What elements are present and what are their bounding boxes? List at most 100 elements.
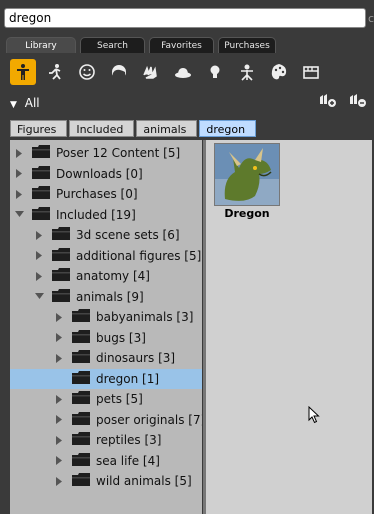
- tab-library[interactable]: Library: [6, 37, 76, 53]
- mouse-cursor-icon: [308, 405, 320, 427]
- expand-arrow-icon[interactable]: [34, 271, 44, 281]
- folder-icon: [32, 206, 50, 223]
- tree-item[interactable]: dinosaurs [3]: [10, 348, 202, 368]
- tree-item-label: 3d scene sets [6]: [76, 228, 180, 242]
- expand-arrow-icon[interactable]: [34, 230, 44, 240]
- tree-item[interactable]: pets [5]: [10, 389, 202, 409]
- tree-item-label: animals [9]: [76, 289, 144, 304]
- folder-icon: [72, 329, 90, 346]
- folder-icon: [72, 370, 90, 387]
- expand-arrow-icon[interactable]: [54, 312, 64, 322]
- tree-item[interactable]: Included [19]: [10, 205, 202, 225]
- tree-item[interactable]: 3d scene sets [6]: [10, 225, 202, 245]
- tab-favorites[interactable]: Favorites: [149, 37, 214, 53]
- tree-item[interactable]: poser originals [7]: [10, 410, 202, 430]
- tree-item-label: Downloads [0]: [56, 166, 143, 181]
- expand-arrow-icon[interactable]: [54, 353, 64, 363]
- materials-icon[interactable]: [266, 59, 292, 85]
- tree-item[interactable]: additional figures [5]: [10, 246, 202, 266]
- folder-icon: [72, 391, 90, 407]
- collapse-arrow-icon[interactable]: [34, 292, 44, 302]
- breadcrumb: Figures Included animals dregon: [10, 120, 258, 137]
- expand-arrow-icon[interactable]: [14, 169, 24, 179]
- category-icon-bar: [10, 58, 330, 86]
- breadcrumb-dregon[interactable]: dregon: [199, 120, 257, 137]
- tab-purchases[interactable]: Purchases: [218, 37, 276, 53]
- tree-item-label: sea life [4]: [96, 453, 160, 468]
- tree-item[interactable]: animals [9]: [10, 287, 202, 307]
- folder-icon: [72, 309, 90, 325]
- add-to-library-icon[interactable]: [318, 92, 338, 111]
- expand-arrow-icon[interactable]: [54, 394, 64, 404]
- library-tools: [318, 92, 368, 111]
- expand-arrow-icon[interactable]: [54, 435, 64, 445]
- tree-item[interactable]: sea life [4]: [10, 451, 202, 471]
- folder-icon: [52, 268, 70, 284]
- tree-item-label: reptiles [3]: [96, 433, 162, 447]
- tree-item-label: Purchases [0]: [56, 187, 138, 201]
- pose-icon[interactable]: [42, 59, 68, 85]
- folder-icon: [72, 473, 90, 489]
- hair-icon[interactable]: [106, 59, 132, 85]
- folder-icon: [32, 145, 50, 161]
- tree-item-label: Poser 12 Content [5]: [56, 146, 181, 160]
- tree-item[interactable]: Poser 12 Content [5]: [10, 143, 202, 163]
- expand-arrow-icon[interactable]: [54, 476, 64, 486]
- tree-item-label: poser originals [7]: [96, 412, 202, 427]
- breadcrumb-included[interactable]: Included: [69, 120, 135, 137]
- search-clear-text: c: [368, 12, 374, 25]
- folder-icon: [72, 432, 90, 448]
- folder-icon: [32, 165, 50, 182]
- filter-label: All: [24, 96, 40, 110]
- breadcrumb-animals[interactable]: animals: [136, 120, 198, 137]
- library-tabs: Library Search Favorites Purchases: [6, 37, 276, 53]
- tree-item[interactable]: bugs [3]: [10, 328, 202, 348]
- remove-from-library-icon[interactable]: [348, 92, 368, 111]
- expression-icon[interactable]: [74, 59, 100, 85]
- tree-item[interactable]: anatomy [4]: [10, 266, 202, 286]
- search-input[interactable]: [5, 9, 365, 27]
- expand-arrow-icon[interactable]: [54, 333, 64, 343]
- tree-item[interactable]: dregon [1]: [10, 368, 202, 389]
- tree-item[interactable]: Downloads [0]: [10, 164, 202, 184]
- scene-icon[interactable]: [298, 59, 324, 85]
- tree-item-label: wild animals [5]: [96, 474, 192, 488]
- folder-icon: [72, 452, 90, 469]
- tree-item-label: anatomy [4]: [76, 269, 150, 283]
- dregon-thumbnail[interactable]: [214, 143, 280, 206]
- figure-icon[interactable]: [10, 59, 36, 85]
- expand-arrow-icon[interactable]: [54, 415, 64, 425]
- tree-item[interactable]: wild animals [5]: [10, 471, 202, 491]
- tree-item[interactable]: reptiles [3]: [10, 430, 202, 450]
- folder-icon: [72, 411, 90, 428]
- breadcrumb-figures[interactable]: Figures: [10, 120, 68, 137]
- hands-icon[interactable]: [138, 59, 164, 85]
- folder-icon: [52, 288, 70, 305]
- tree-item[interactable]: babyanimals [3]: [10, 307, 202, 327]
- folder-icon: [72, 350, 90, 366]
- tree-item-label: additional figures [5]: [76, 248, 202, 263]
- tree-item-label: babyanimals [3]: [96, 310, 194, 324]
- tree-item[interactable]: Purchases [0]: [10, 184, 202, 204]
- props-icon[interactable]: [170, 59, 196, 85]
- content-area: Dregon: [206, 140, 372, 514]
- folder-tree: Poser 12 Content [5] Downloads [0] Purchas…: [10, 140, 202, 514]
- camera-icon[interactable]: [234, 59, 260, 85]
- expand-arrow-icon[interactable]: [14, 148, 24, 158]
- tree-item-label: dinosaurs [3]: [96, 351, 176, 365]
- folder-icon: [32, 186, 50, 202]
- collapse-arrow-icon[interactable]: [14, 210, 24, 220]
- expand-arrow-icon[interactable]: [14, 189, 24, 199]
- tree-item-label: pets [5]: [96, 392, 143, 406]
- chevron-down-icon: ▼: [10, 100, 17, 110]
- dregon-item-label: Dregon: [224, 207, 270, 220]
- light-icon[interactable]: [202, 59, 228, 85]
- filter-dropdown[interactable]: ▼ All: [10, 96, 40, 110]
- expand-arrow-icon[interactable]: [34, 251, 44, 261]
- expand-arrow-icon[interactable]: [54, 456, 64, 466]
- search-field[interactable]: [4, 8, 366, 28]
- tab-search[interactable]: Search: [80, 37, 145, 53]
- tree-item-label: dregon [1]: [96, 371, 160, 386]
- folder-icon: [52, 247, 70, 264]
